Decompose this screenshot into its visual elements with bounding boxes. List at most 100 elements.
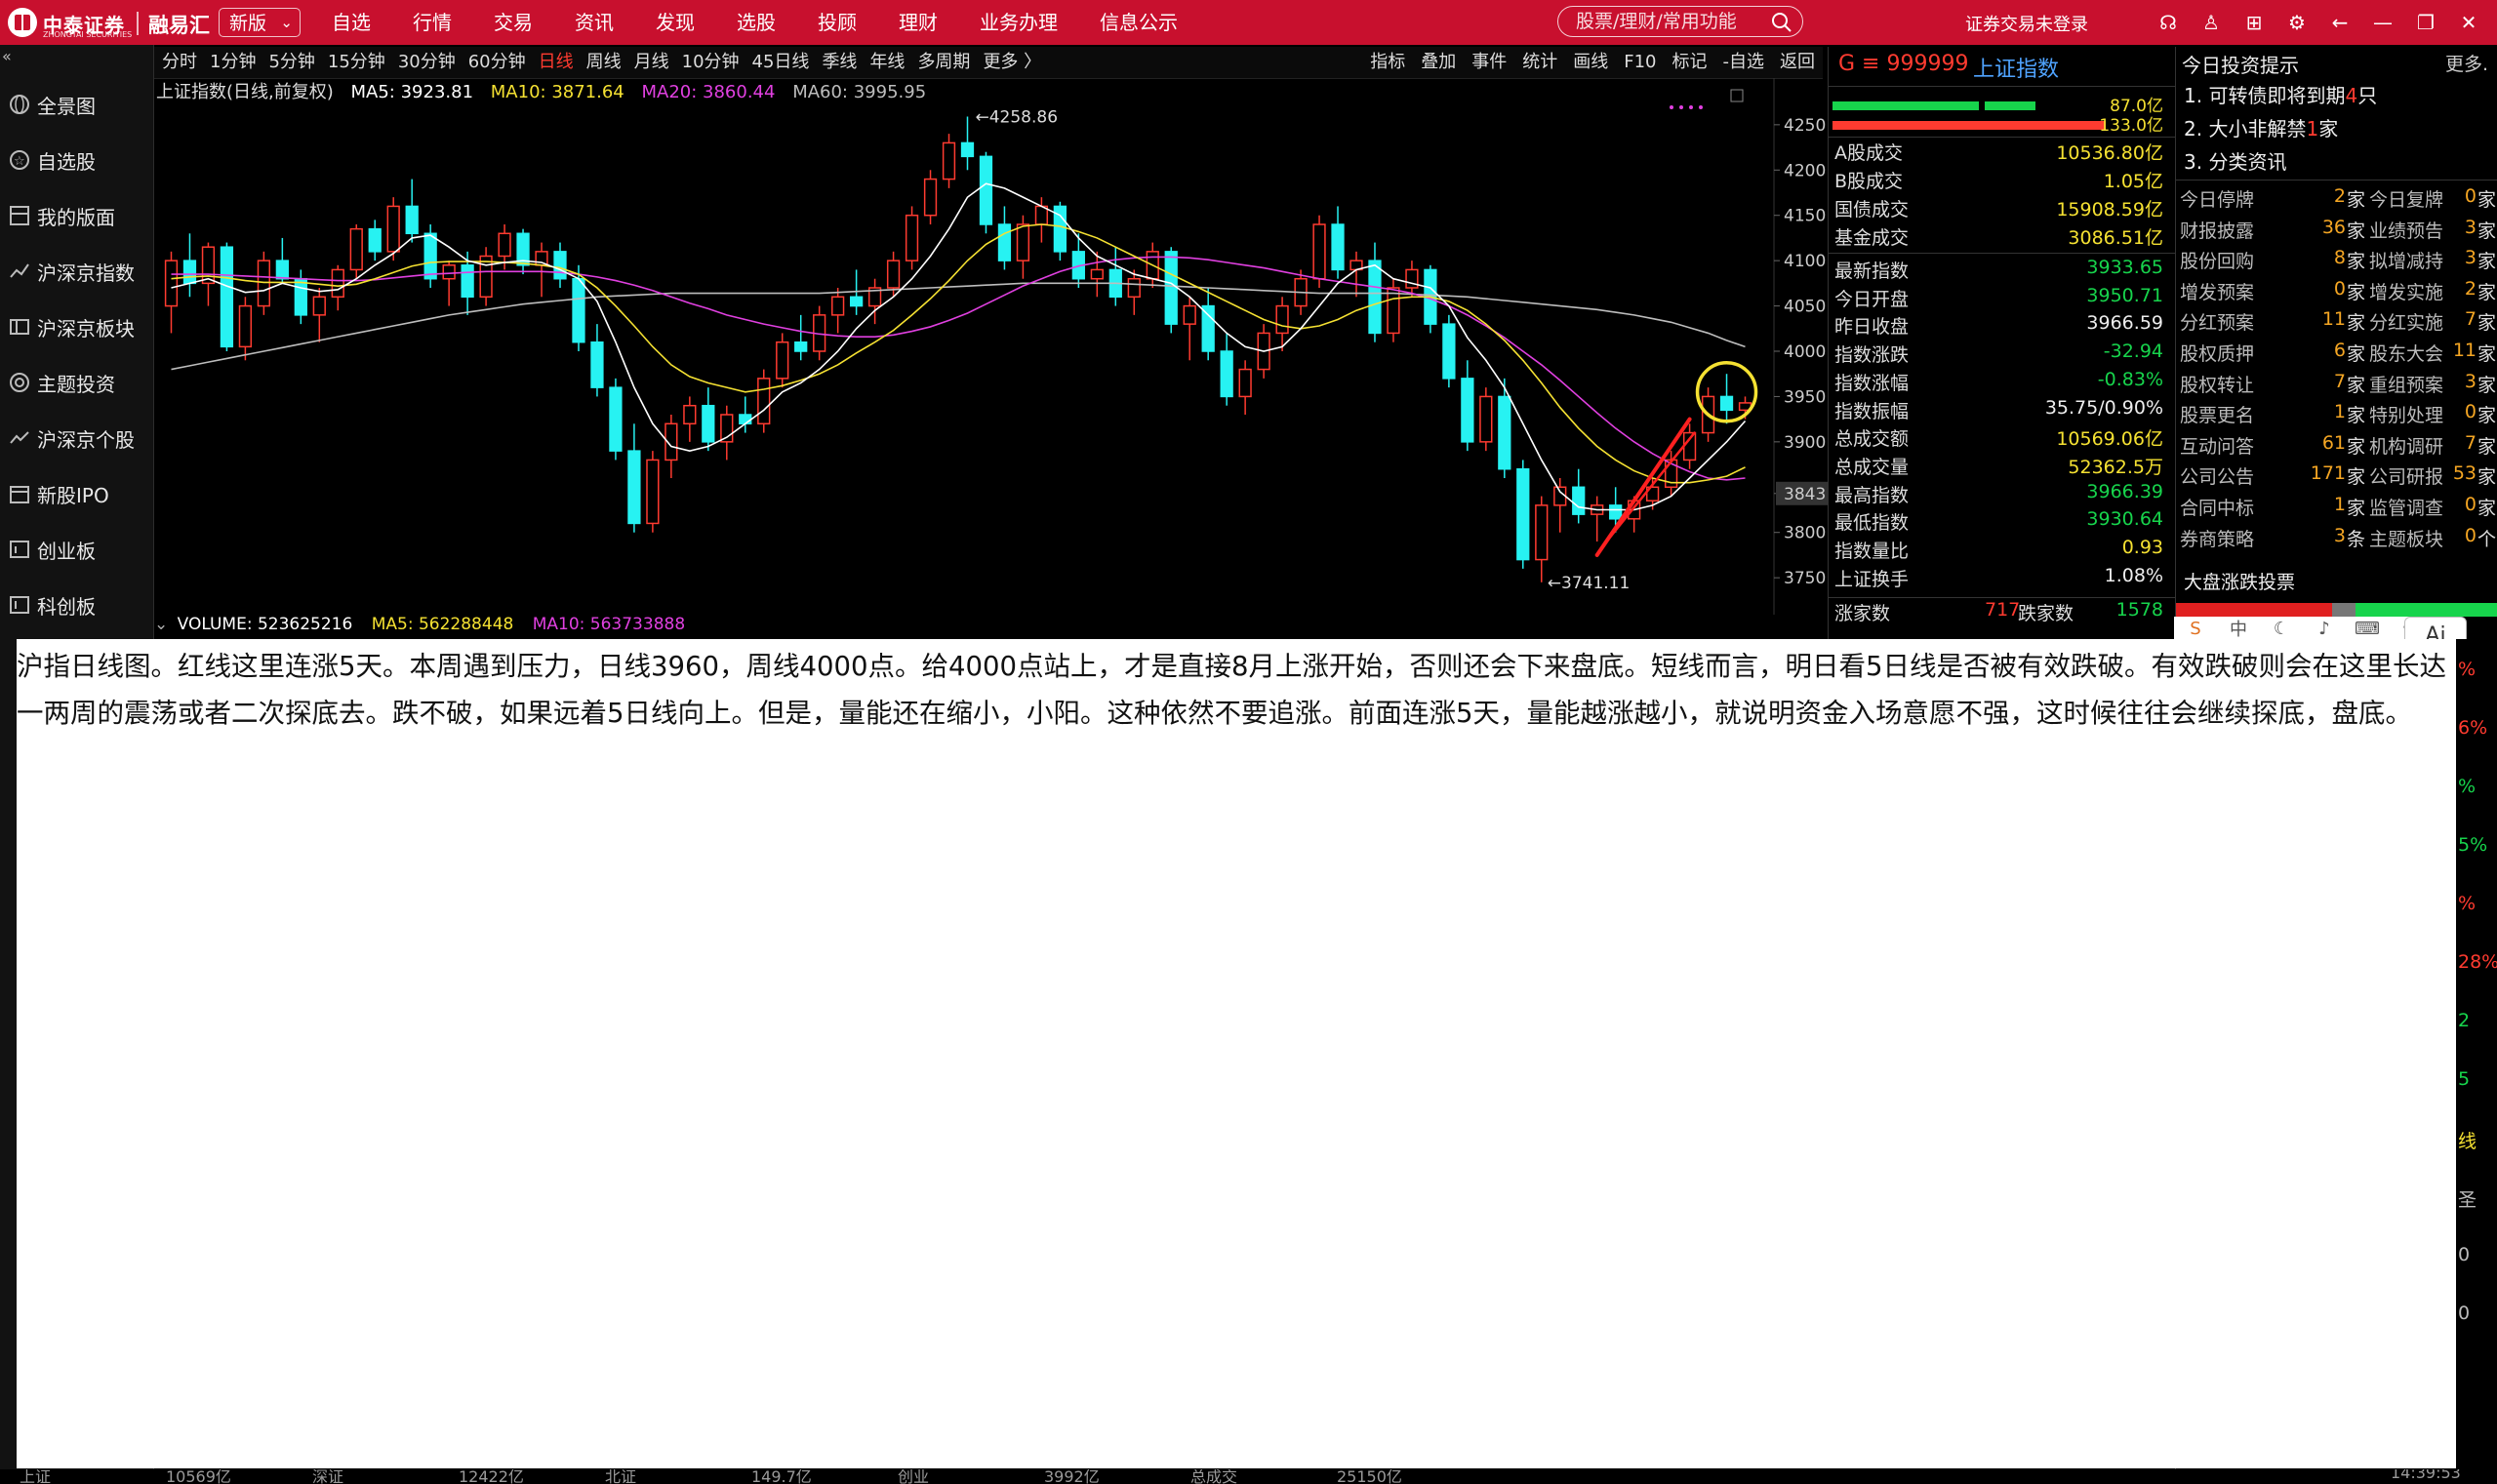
period-tab[interactable]: 45日线 (752, 47, 810, 78)
period-tab[interactable]: 1分钟 (210, 47, 256, 78)
period-tab[interactable]: 多周期 (917, 47, 970, 78)
stat-label[interactable]: 特别处理 (2369, 401, 2443, 427)
period-tab[interactable]: 10分钟 (682, 47, 740, 78)
annotation-text: 沪指日线图。红线这里连涨5天。本周遇到压力，日线3960，周线4000点。给40… (17, 651, 2446, 729)
period-tab[interactable]: 30分钟 (398, 47, 456, 78)
chart-tool-button[interactable]: 标记 (1672, 47, 1708, 78)
sidebar-item-stocks[interactable]: 沪深京个股 (0, 416, 153, 461)
stat-label[interactable]: 股权质押 (2180, 340, 2254, 366)
period-tab[interactable]: 周线 (586, 47, 622, 78)
sidebar-item-my-layout[interactable]: 我的版面 (0, 193, 153, 238)
stat-label[interactable]: 拟增减持 (2369, 247, 2443, 273)
news-item[interactable]: 2. 大小非解禁1家 (2184, 113, 2338, 141)
stat-label[interactable]: 今日停牌 (2180, 185, 2254, 212)
collapse-down-icon[interactable]: ⌄ (154, 615, 168, 634)
menu-item[interactable]: 业务办理 (980, 0, 1058, 45)
period-tab[interactable]: 月线 (634, 47, 669, 78)
stat-label[interactable]: 增发预案 (2180, 278, 2254, 304)
chart-tool-button[interactable]: 指标 (1370, 47, 1405, 78)
stat-label[interactable]: 财报披露 (2180, 217, 2254, 243)
menu-item[interactable]: 理财 (899, 0, 938, 45)
candle-body (942, 141, 956, 180)
stat-label[interactable]: 主题板块 (2369, 525, 2443, 551)
stat-label[interactable]: 股票更名 (2180, 401, 2254, 427)
back-arrow-icon[interactable]: ← (2318, 8, 2361, 37)
period-tab[interactable]: 15分钟 (328, 47, 385, 78)
chart-tool-button[interactable]: 统计 (1522, 47, 1557, 78)
stat-label[interactable]: 分红预案 (2180, 308, 2254, 335)
period-tab[interactable]: 60分钟 (468, 47, 526, 78)
news-item[interactable]: 3. 分类资讯 (2184, 146, 2286, 175)
more-link[interactable]: 更多. (2445, 50, 2488, 76)
period-tab[interactable]: 分时 (162, 47, 197, 78)
minimize-icon[interactable]: — (2361, 8, 2404, 37)
menu-item[interactable]: 投顾 (818, 0, 857, 45)
sidebar-item-watchlist[interactable]: ☆ 自选股 (0, 138, 153, 182)
stat-label[interactable]: 增发实施 (2369, 278, 2443, 304)
moon-icon[interactable]: ☾ (2260, 619, 2303, 639)
stat-label[interactable]: 公司研报 (2369, 462, 2443, 489)
stat-label[interactable]: 股份回购 (2180, 247, 2254, 273)
sidebar-item-star-market[interactable]: 科创板 (0, 582, 153, 627)
menu-item[interactable]: 行情 (413, 0, 452, 45)
menu-item[interactable]: 信息公示 (1100, 0, 1178, 45)
sogou-icon[interactable]: S (2174, 619, 2217, 639)
stat-label[interactable]: 今日复牌 (2369, 185, 2443, 212)
mic-icon[interactable]: ♪ (2303, 619, 2346, 639)
period-tab[interactable]: 季线 (822, 47, 857, 78)
menu-item[interactable]: 选股 (737, 0, 776, 45)
stat-label[interactable]: 公司公告 (2180, 462, 2254, 489)
chart-tool-button[interactable]: 画线 (1573, 47, 1608, 78)
chart-tool-button[interactable]: 叠加 (1421, 47, 1456, 78)
menu-item[interactable]: 发现 (656, 0, 695, 45)
sidebar-item-ipo[interactable]: 新股IPO (0, 471, 153, 516)
top-bar: 中泰证券 ZHONGTAI SECURITIES 融易汇 新版 ⌄ 自选 行情 … (0, 0, 2497, 45)
news-item[interactable]: 1. 可转债即将到期4只 (2184, 80, 2377, 108)
stat-label[interactable]: 合同中标 (2180, 494, 2254, 520)
stat-label[interactable]: 机构调研 (2369, 432, 2443, 459)
period-tab[interactable]: 5分钟 (268, 47, 314, 78)
stat-label[interactable]: 分红实施 (2369, 308, 2443, 335)
version-select[interactable]: 新版 ⌄ (219, 8, 301, 37)
quote-label: 最新指数 (1834, 261, 1910, 282)
sidebar-item-indices[interactable]: 沪深京指数 (0, 249, 153, 294)
shirt-icon[interactable]: ♙ (2190, 8, 2233, 37)
period-tab[interactable]: 年线 (869, 47, 905, 78)
stat-label[interactable]: 券商策略 (2180, 525, 2254, 551)
stat-label[interactable]: 业绩预告 (2369, 217, 2443, 243)
kline-chart[interactable]: 4250 4200 4150 4100 4050 4000 3950 3900 3843.0 38… (154, 78, 1828, 615)
menu-item[interactable]: 资讯 (575, 0, 614, 45)
candle-body (979, 155, 993, 225)
settings-icon[interactable]: ⚙ (2275, 8, 2318, 37)
chart-tool-button[interactable]: F10 (1624, 47, 1656, 78)
restore-icon[interactable]: ❐ (2404, 8, 2447, 37)
sidebar-collapse-icon[interactable]: « (2, 47, 12, 65)
menu-item[interactable]: 自选 (332, 0, 371, 45)
stat-label[interactable]: 互动问答 (2180, 432, 2254, 459)
headset-icon[interactable]: ☊ (2147, 8, 2190, 37)
stat-label[interactable]: 重组预案 (2369, 371, 2443, 397)
period-tab[interactable]: 更多 〉 (983, 47, 1041, 78)
grid-icon[interactable]: ⊞ (2233, 8, 2275, 37)
close-icon[interactable]: ✕ (2447, 8, 2490, 37)
remnant-text: 线 (2458, 1131, 2477, 1152)
stat-label[interactable]: 股东大会 (2369, 340, 2443, 366)
login-status[interactable]: 证券交易未登录 (1965, 11, 2088, 36)
sidebar-item-panorama[interactable]: 全景图 (0, 82, 153, 127)
sidebar-item-themes[interactable]: 主题投资 (0, 360, 153, 405)
chart-tool-button[interactable]: 事件 (1471, 47, 1507, 78)
status-text: 创业 (898, 1469, 930, 1484)
stat-label[interactable]: 监管调查 (2369, 494, 2443, 520)
lang-icon[interactable]: 中 (2217, 616, 2260, 641)
sidebar-item-sectors[interactable]: 沪深京板块 (0, 304, 153, 349)
menu-item[interactable]: 交易 (494, 0, 533, 45)
period-tab[interactable]: 日线 (539, 47, 574, 78)
chart-tool-button[interactable]: -自选 (1723, 47, 1765, 78)
sidebar-item-gem[interactable]: 创业板 (0, 527, 153, 572)
candle-body (1479, 395, 1493, 443)
stat-label[interactable]: 股权转让 (2180, 371, 2254, 397)
chip-icon (6, 591, 33, 619)
chart-tool-button[interactable]: 返回 (1780, 47, 1815, 78)
keyboard-icon[interactable]: ⌨ (2346, 619, 2389, 639)
search-input[interactable]: 股票/理财/常用功能 (1557, 6, 1803, 37)
